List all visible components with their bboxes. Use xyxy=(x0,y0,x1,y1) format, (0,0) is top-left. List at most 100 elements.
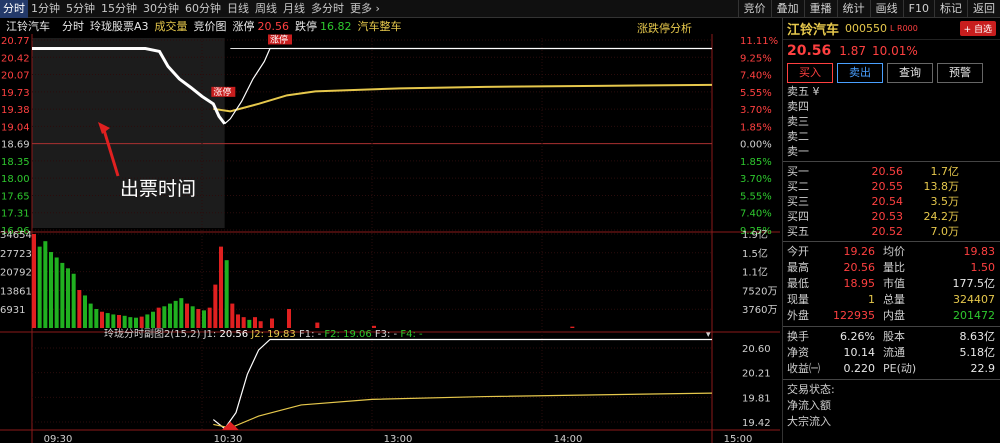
volume-bar xyxy=(287,309,291,328)
tool-button-4[interactable]: 画线 xyxy=(869,0,903,18)
quote-tag: L R000 xyxy=(890,24,918,33)
period-tab-8[interactable]: 月线 xyxy=(280,0,308,18)
buy-button[interactable]: 买入 xyxy=(787,63,833,83)
ask-volume xyxy=(903,114,959,129)
volume-bar xyxy=(71,273,76,328)
stat-label: 收益㈠ xyxy=(787,362,820,375)
stat-label: 现量 xyxy=(787,293,809,306)
trade-buttons: 买入 卖出 查询 预警 xyxy=(783,62,1000,84)
price-tick-label: 17.65 xyxy=(1,191,30,202)
bid-row: 买一 20.56 1.7亿 xyxy=(787,164,1000,179)
period-tab-5[interactable]: 60分钟 xyxy=(182,0,224,18)
stat-row: 外盘 122935 内盘 201472 xyxy=(783,308,1000,324)
volume-bar xyxy=(185,303,189,328)
sector-label[interactable]: 汽车整车 xyxy=(358,18,402,34)
sell-button[interactable]: 卖出 xyxy=(837,63,883,83)
stat-value: 8.63亿 xyxy=(959,330,996,343)
sub-indicator-header: 玲珑分时副图2(15,2) J1: 20.56 J2: 19.83 F1: - … xyxy=(104,328,423,340)
volume-bar xyxy=(173,300,178,328)
collapse-icon[interactable]: ▾ xyxy=(706,330,711,340)
volume-bar xyxy=(156,307,161,328)
stat-value: 1.50 xyxy=(970,261,996,274)
chart-title-bar: 江铃汽车 分时 玲珑股票A3 成交量 竞价图 涨停 20.56 跌停 16.82… xyxy=(0,18,780,36)
limit-up-label: 涨停 xyxy=(232,20,255,33)
query-button[interactable]: 查询 xyxy=(887,63,933,83)
stat-value: 6.26% xyxy=(840,330,875,343)
volume-bar xyxy=(49,252,53,328)
price-tick-label: 20.42 xyxy=(1,53,30,64)
quote-stock-code: 000550 xyxy=(845,22,888,35)
volume-bar xyxy=(207,307,212,328)
ask-label: 卖一 xyxy=(787,145,809,158)
stat-row: 今开 19.26 均价 19.83 xyxy=(783,244,1000,260)
stat-row: 收益㈠ 0.220 PE(动) 22.9 xyxy=(783,361,1000,377)
stat-value: 5.18亿 xyxy=(959,346,996,359)
time-tick-label: 13:00 xyxy=(384,434,413,443)
period-tab-2[interactable]: 5分钟 xyxy=(63,0,98,18)
volume-bar xyxy=(202,310,206,328)
volume-bar xyxy=(219,246,223,328)
tool-buttons: 竞价 叠加 重播 统计 画线 F10 标记 返回 xyxy=(737,0,1000,18)
tool-button-6[interactable]: 标记 xyxy=(934,0,967,18)
pct-tick-label: 7.40% xyxy=(740,71,772,82)
volume-bar xyxy=(94,309,99,328)
volume-bar xyxy=(230,303,235,328)
period-tab-4[interactable]: 30分钟 xyxy=(140,0,182,18)
tool-button-5[interactable]: F10 xyxy=(902,0,934,18)
volume-tick-label: 34654 xyxy=(0,230,32,241)
period-tab-3[interactable]: 15分钟 xyxy=(98,0,140,18)
limit-up-badge-text: 涨停 xyxy=(270,33,288,45)
bid-price: 20.53 xyxy=(871,210,904,223)
bid-volume: 7.0万 xyxy=(930,225,960,238)
time-tick-label: 15:00 xyxy=(724,434,753,443)
ask-price xyxy=(849,114,903,129)
period-tab-9[interactable]: 多分时 xyxy=(308,0,347,18)
volume-bar xyxy=(168,303,172,328)
stat-label: 最高 xyxy=(787,261,809,274)
tool-button-0[interactable]: 竞价 xyxy=(737,0,771,18)
volume-bar xyxy=(134,317,138,328)
bid-volume: 1.7亿 xyxy=(930,165,960,178)
bid-price: 20.54 xyxy=(871,195,904,208)
tool-button-2[interactable]: 重播 xyxy=(803,0,837,18)
pct-tick-label: 9.25% xyxy=(740,53,772,64)
volume-bar xyxy=(88,303,93,328)
volume-bar xyxy=(372,325,376,328)
volume-tick-label: 13861 xyxy=(0,286,32,297)
period-tab-10[interactable]: 更多 › xyxy=(347,0,383,18)
ask-volume xyxy=(903,129,959,144)
sub-j1-line xyxy=(212,338,712,430)
alert-button[interactable]: 预警 xyxy=(937,63,983,83)
tool-button-7[interactable]: 返回 xyxy=(967,0,1000,18)
volume-label[interactable]: 成交量 xyxy=(155,18,188,34)
volume-bar xyxy=(54,257,59,328)
block-inflow-label: 大宗流入 xyxy=(787,415,831,428)
pct-tick-label: 5.55% xyxy=(740,88,772,99)
bid-row: 买四 20.53 24.2万 xyxy=(787,209,1000,224)
pct-tick-label: 0.00% xyxy=(740,140,772,151)
auction-label[interactable]: 竞价图 xyxy=(194,18,227,34)
tool-button-1[interactable]: 叠加 xyxy=(770,0,804,18)
amount-tick-label: 1.9亿 xyxy=(742,228,768,241)
bid-label: 买五 xyxy=(787,225,809,238)
stat-value: 19.83 xyxy=(963,245,996,258)
limit-analysis-link[interactable]: 涨跌停分析 xyxy=(637,20,692,36)
stat-value: 201472 xyxy=(953,309,995,322)
ask-price xyxy=(849,129,903,144)
indicator-label[interactable]: 玲珑股票A3 xyxy=(90,18,149,34)
period-tab-1[interactable]: 1分钟 xyxy=(28,0,63,18)
volume-tick-label: 27723 xyxy=(0,249,32,260)
pct-tick-label: 5.55% xyxy=(740,191,772,202)
bid-row: 买二 20.55 13.8万 xyxy=(787,179,1000,194)
stat-value: 19.26 xyxy=(843,245,876,258)
tool-button-3[interactable]: 统计 xyxy=(836,0,870,18)
add-watchlist-button[interactable]: + 自选 xyxy=(959,21,996,36)
volume-bar xyxy=(139,316,144,328)
period-tab-0[interactable]: 分时 xyxy=(0,0,28,18)
period-tab-6[interactable]: 日线 xyxy=(224,0,252,18)
stat-label: 总量 xyxy=(883,293,905,306)
period-tab-7[interactable]: 周线 xyxy=(252,0,280,18)
price-change: 1.87 xyxy=(839,44,867,58)
stat-row: 净资 10.14 流通 5.18亿 xyxy=(783,345,1000,361)
stat-row: 换手 6.26% 股本 8.63亿 xyxy=(783,329,1000,345)
